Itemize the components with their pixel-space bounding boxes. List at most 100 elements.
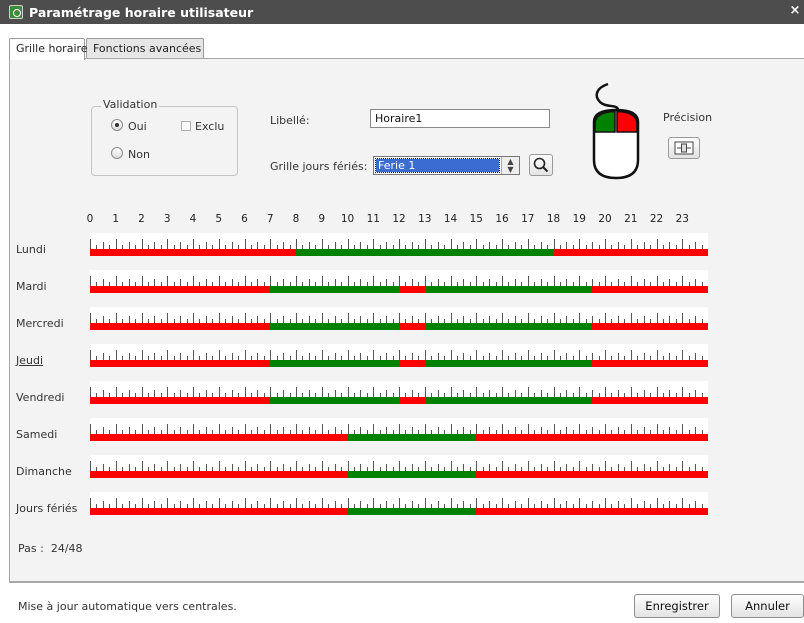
libelle-input[interactable] [370, 109, 550, 128]
magnifier-icon [533, 157, 549, 173]
libelle-label: Libellé: [270, 114, 310, 127]
active-segment[interactable] [296, 249, 554, 256]
exclu-checkbox[interactable] [181, 121, 191, 131]
hour-label: 3 [163, 213, 171, 225]
day-track[interactable] [90, 418, 708, 442]
day-track[interactable] [90, 381, 708, 405]
time-ruler [90, 233, 708, 249]
schedule-bar[interactable] [90, 249, 708, 256]
grille-feries-label: Grille jours fériés: [270, 160, 368, 173]
active-segment[interactable] [424, 323, 593, 330]
time-ruler [90, 381, 708, 397]
tab-grille-horaire[interactable]: Grille horaire [9, 38, 88, 60]
hour-label: 6 [241, 213, 248, 225]
active-segment[interactable] [270, 323, 399, 330]
schedule-bar[interactable] [90, 286, 708, 293]
active-segment[interactable] [347, 434, 477, 441]
time-ruler [90, 418, 708, 434]
validation-legend: Validation [101, 98, 160, 111]
save-button[interactable]: Enregistrer [634, 594, 720, 618]
mouse-icon [592, 82, 640, 180]
hour-label: 21 [624, 213, 638, 225]
day-track[interactable] [90, 307, 708, 331]
schedule-bar[interactable] [90, 360, 708, 367]
day-label: Samedi [16, 428, 58, 441]
pas-value: 24/48 [50, 542, 83, 555]
hour-label: 7 [266, 213, 274, 225]
time-ruler [90, 344, 708, 360]
tab-fonctions-avancees[interactable]: Fonctions avancées [86, 38, 204, 59]
day-label: Lundi [16, 243, 46, 256]
hour-label: 4 [189, 213, 197, 225]
active-segment[interactable] [270, 397, 399, 404]
active-segment[interactable] [347, 508, 477, 515]
hour-label: 11 [366, 213, 380, 225]
day-label: Mercredi [16, 317, 64, 330]
day-label: Mardi [16, 280, 47, 293]
day-label: Dimanche [16, 465, 72, 478]
non-radio[interactable] [111, 147, 123, 159]
hour-label: 2 [138, 213, 145, 225]
day-track[interactable] [90, 270, 708, 294]
cancel-button[interactable]: Annuler [731, 594, 804, 618]
hour-label: 5 [215, 213, 223, 225]
hour-label: 15 [469, 213, 483, 225]
schedule-bar[interactable] [90, 434, 708, 441]
schedule-bar[interactable] [90, 508, 708, 515]
hour-label: 16 [495, 213, 509, 225]
time-ruler [90, 270, 708, 286]
separator [9, 582, 804, 583]
day-label: Jeudi [16, 354, 44, 367]
day-label: Jours fériés [16, 502, 78, 515]
non-label: Non [128, 148, 150, 161]
active-segment[interactable] [424, 397, 593, 404]
time-ruler [90, 492, 708, 508]
precision-label: Précision [663, 111, 713, 124]
spinner-arrows-icon: ▲ ▼ [501, 157, 519, 174]
hour-label: 10 [340, 213, 355, 225]
hour-label: 20 [598, 213, 612, 225]
schedule-bar[interactable] [90, 397, 708, 404]
hour-label: 19 [572, 213, 586, 225]
schedule-bar[interactable] [90, 471, 708, 478]
active-segment[interactable] [347, 471, 477, 478]
hour-label: 9 [318, 213, 326, 225]
day-label: Vendredi [16, 391, 65, 404]
window-title: Paramétrage horaire utilisateur [29, 5, 254, 20]
validation-group [91, 106, 238, 176]
app-icon [9, 5, 23, 19]
hour-label: 13 [418, 213, 432, 225]
time-ruler [90, 307, 708, 323]
grille-feries-select[interactable]: Ferie 1 ▲ ▼ [373, 156, 520, 175]
hour-label: 1 [112, 213, 120, 225]
exclu-label: Exclu [195, 120, 225, 133]
hour-label: 22 [649, 213, 664, 225]
day-track[interactable] [90, 455, 708, 479]
hour-label: 18 [546, 213, 561, 225]
schedule-bar[interactable] [90, 323, 708, 330]
oui-radio[interactable] [111, 119, 123, 131]
day-track[interactable] [90, 492, 708, 516]
active-segment[interactable] [424, 360, 593, 367]
status-text: Mise à jour automatique vers centrales. [18, 600, 237, 613]
hour-label: 12 [392, 213, 406, 225]
hour-label: 8 [292, 213, 300, 225]
close-icon[interactable]: × [788, 3, 802, 19]
hour-label: 14 [443, 213, 458, 225]
oui-label: Oui [128, 120, 147, 133]
day-track[interactable] [90, 233, 708, 257]
hour-label: 23 [675, 213, 689, 225]
pas-label: Pas : [18, 542, 44, 555]
time-ruler [90, 455, 708, 471]
active-segment[interactable] [270, 286, 399, 293]
title-bar: Paramétrage horaire utilisateur × [0, 0, 804, 24]
hour-label: 17 [521, 213, 535, 225]
day-track[interactable] [90, 344, 708, 368]
hour-label: 0 [86, 213, 94, 225]
search-button[interactable] [529, 154, 553, 176]
active-segment[interactable] [270, 360, 399, 367]
slider-icon [674, 141, 694, 155]
precision-button[interactable] [668, 137, 700, 159]
active-segment[interactable] [424, 286, 593, 293]
pas-info: Pas : 24/48 [18, 542, 83, 555]
